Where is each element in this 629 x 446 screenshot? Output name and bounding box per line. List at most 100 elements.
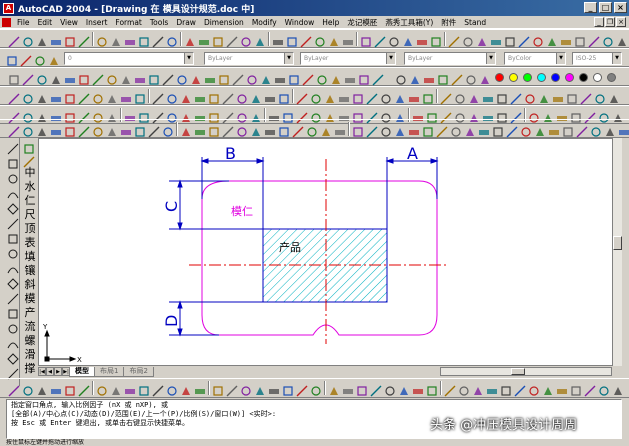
toolbar-tool-66-icon[interactable] <box>92 71 104 86</box>
toolbar-tool-22-icon[interactable] <box>22 90 34 104</box>
toolbar-tool-88-icon[interactable] <box>409 71 421 84</box>
toolbar-tool-61-icon[interactable] <box>580 90 592 105</box>
toolbar-tool-91-icon[interactable] <box>23 153 35 168</box>
maximize-button[interactable]: □ <box>599 2 612 13</box>
menu-modify[interactable]: Modify <box>248 18 281 27</box>
toolbar-tool-40-icon[interactable] <box>278 123 290 137</box>
toolbar-tool-32-icon[interactable] <box>166 90 178 104</box>
menu-help[interactable]: Help <box>318 18 343 27</box>
toolbar-tool-55-icon[interactable] <box>496 90 508 104</box>
draw-tool-13-icon[interactable] <box>7 335 19 349</box>
doc-minimize-button[interactable]: _ <box>594 17 604 27</box>
toolbar-tool-24-icon[interactable] <box>50 33 62 45</box>
toolbar-tool-64-icon[interactable] <box>64 71 76 83</box>
toolbar-tool-51-icon[interactable] <box>444 382 456 397</box>
toolbar-tool-37-icon[interactable] <box>236 123 248 137</box>
toolbar-tool-47-icon[interactable] <box>384 382 396 396</box>
draw-tool-9-icon[interactable] <box>7 275 19 290</box>
toolbar-tool-33-icon[interactable] <box>180 123 192 136</box>
toolbar-tool-23-icon[interactable] <box>36 90 48 103</box>
toolbar-tool-32-icon[interactable] <box>162 123 174 137</box>
toolbar-tool-41-icon[interactable] <box>20 52 32 67</box>
toolbar-tool-91-icon[interactable] <box>451 71 463 86</box>
toolbar-tool-44-icon[interactable] <box>338 90 350 102</box>
color-combo[interactable]: ByLayer ▼ <box>204 52 294 65</box>
toolbar-tool-53-icon[interactable] <box>464 123 476 136</box>
toolbar-tool-42-icon[interactable] <box>306 123 318 137</box>
toolbar-tool-58-icon[interactable] <box>534 123 546 136</box>
toolbar-tool-62-icon[interactable] <box>590 123 602 137</box>
mold-tool-button[interactable]: 中 <box>23 166 37 179</box>
toolbar-tool-36-icon[interactable] <box>226 33 238 48</box>
toolbar-tool-80-icon[interactable] <box>288 71 300 85</box>
toolbar-tool-38-icon[interactable] <box>254 382 266 395</box>
toolbar-tool-32-icon[interactable] <box>166 33 178 47</box>
toolbar-tool-53-icon[interactable] <box>472 382 484 395</box>
toolbar-tool-41-icon[interactable] <box>292 123 304 138</box>
toolbar-tool-21-icon[interactable] <box>8 382 20 397</box>
toolbar-tool-42-icon[interactable] <box>34 52 46 66</box>
toolbar-tool-29-icon[interactable] <box>124 33 136 45</box>
toolbar-tool-50-icon[interactable] <box>426 382 438 396</box>
menu-stand[interactable]: Stand <box>460 18 490 27</box>
toolbar-tool-45-icon[interactable] <box>352 90 364 104</box>
toolbar-tool-37-icon[interactable] <box>236 90 248 104</box>
toolbar-tool-84-icon[interactable] <box>344 71 356 83</box>
menu-insert[interactable]: Insert <box>82 18 112 27</box>
draw-tool-8-icon[interactable] <box>7 260 19 274</box>
toolbar-tool-55-icon[interactable] <box>500 382 512 396</box>
menu-file[interactable]: File <box>13 18 34 27</box>
mold-tool-button[interactable]: 斜 <box>23 278 37 291</box>
horizontal-scroll-thumb[interactable] <box>511 368 525 375</box>
draw-tool-6-icon[interactable] <box>7 230 19 244</box>
minimize-button[interactable]: _ <box>584 2 597 13</box>
draw-tool-2-icon[interactable] <box>7 170 19 184</box>
toolbar-tool-44-icon[interactable] <box>342 382 354 394</box>
toolbar-tool-45-icon[interactable] <box>356 382 368 396</box>
toolbar-tool-35-icon[interactable] <box>208 123 220 137</box>
toolbar-tool-78-icon[interactable] <box>260 71 272 84</box>
toolbar-tool-27-icon[interactable] <box>96 33 108 47</box>
toolbar-tool-58-icon[interactable] <box>542 382 554 395</box>
toolbar-tool-45-icon[interactable] <box>360 33 372 47</box>
mold-tool-button[interactable]: 水 <box>23 180 37 193</box>
draw-tool-3-icon[interactable] <box>7 185 19 199</box>
menu-edit[interactable]: Edit <box>34 18 57 27</box>
toolbar-tool-54-icon[interactable] <box>486 382 498 394</box>
toolbar-tool-52-icon[interactable] <box>458 382 470 396</box>
color-swatch[interactable] <box>551 73 560 82</box>
toolbar-tool-46-icon[interactable] <box>370 382 382 397</box>
toolbar-tool-71-icon[interactable] <box>162 71 174 86</box>
toolbar-tool-62-icon[interactable] <box>602 33 614 47</box>
toolbar-tool-50-icon[interactable] <box>422 90 434 104</box>
toolbar-tool-25-icon[interactable] <box>64 90 76 104</box>
toolbar-tool-29-icon[interactable] <box>120 123 132 135</box>
toolbar-tool-42-icon[interactable] <box>314 33 326 47</box>
draw-tool-1-icon[interactable] <box>7 155 19 169</box>
toolbar-tool-48-icon[interactable] <box>394 123 406 136</box>
lineweight-combo[interactable]: ByLayer ▼ <box>404 52 496 65</box>
toolbar-tool-42-icon[interactable] <box>310 90 322 104</box>
toolbar-tool-40-icon[interactable] <box>278 90 290 104</box>
toolbar-tool-68-icon[interactable] <box>120 71 132 84</box>
toolbar-tool-28-icon[interactable] <box>110 33 122 46</box>
toolbar-tool-58-icon[interactable] <box>538 90 550 103</box>
toolbar-tool-41-icon[interactable] <box>296 90 308 105</box>
toolbar-tool-73-icon[interactable] <box>190 71 202 84</box>
toolbar-tool-44-icon[interactable] <box>342 33 354 45</box>
toolbar-tool-40-icon[interactable] <box>282 382 294 396</box>
toolbar-tool-37-icon[interactable] <box>240 382 252 396</box>
menu-view[interactable]: View <box>56 18 82 27</box>
toolbar-tool-63-icon[interactable] <box>608 90 620 103</box>
toolbar-tool-37-icon[interactable] <box>240 33 252 47</box>
toolbar-tool-21-icon[interactable] <box>8 123 20 138</box>
toolbar-tool-34-icon[interactable] <box>194 123 206 135</box>
toolbar-tool-86-icon[interactable] <box>372 71 384 86</box>
toolbar-tool-39-icon[interactable] <box>264 90 276 102</box>
toolbar-tool-42-icon[interactable] <box>310 382 322 396</box>
mold-tool-button[interactable]: 镶 <box>23 264 37 277</box>
toolbar-tool-38-icon[interactable] <box>254 33 266 46</box>
mold-tool-button[interactable]: 表 <box>23 236 37 249</box>
toolbar-tool-31-icon[interactable] <box>148 123 160 138</box>
toolbar-tool-21-icon[interactable] <box>8 33 20 48</box>
